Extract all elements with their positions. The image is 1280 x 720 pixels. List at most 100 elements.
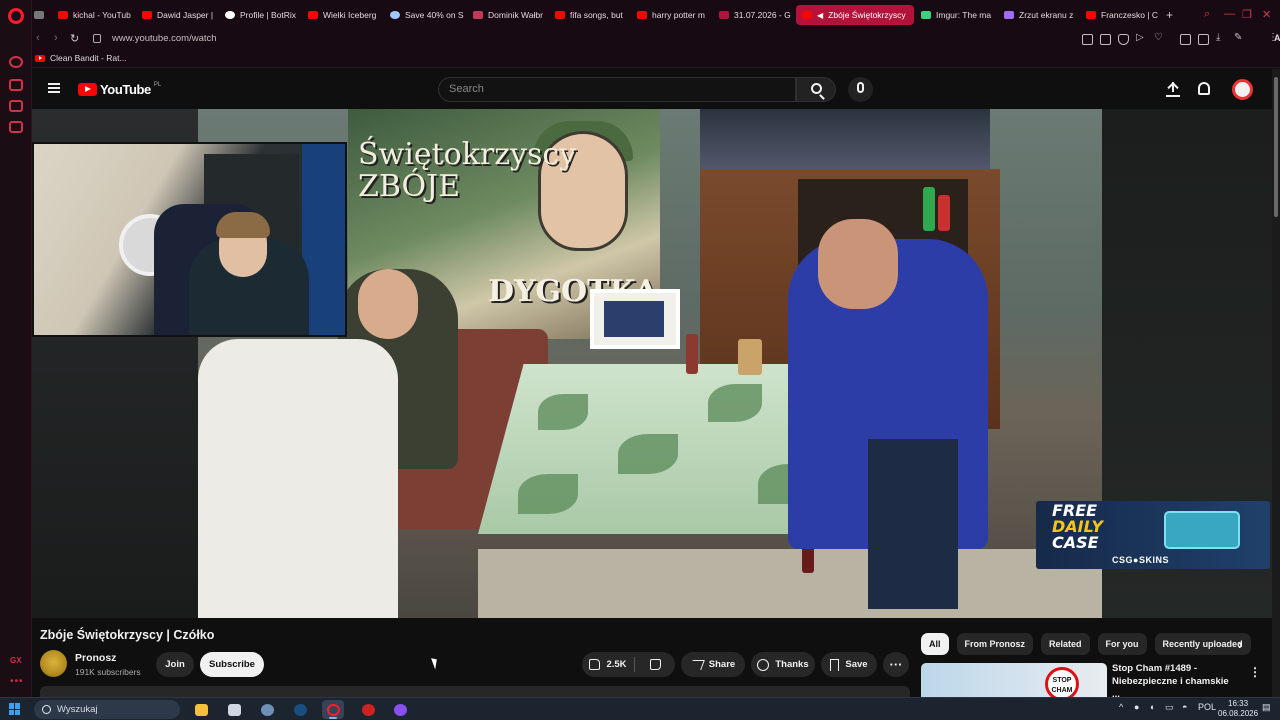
more-icon[interactable]: ••• [10,676,24,687]
kebab-menu-icon[interactable]: ⋮ [1249,665,1261,679]
video-player[interactable]: Świętokrzyscy ZBÓJE DYGOTKA FREE DAILY C… [32,109,1280,618]
recommended-thumbnail[interactable]: STOP CHAM [921,663,1107,697]
settings-icon[interactable] [256,700,278,719]
messenger-icon[interactable] [9,100,23,112]
maximize-icon[interactable]: ❐ [1242,8,1252,21]
search-input[interactable] [449,83,779,95]
subscribe-button[interactable]: Subscribe [200,652,264,677]
steam-icon[interactable] [289,700,311,719]
mouse-cursor [431,656,440,670]
browser-tab[interactable]: Wielki Iceberg [308,5,384,25]
browser-tab[interactable]: harry potter m [637,5,713,25]
browser-tab[interactable]: kichal - YouTub [58,5,134,25]
youtube-logo[interactable]: YouTube PL [78,82,161,97]
tab-search-icon[interactable]: ⌕ [1204,8,1210,21]
notifications-bell-icon[interactable] [1198,82,1210,95]
more-actions-button[interactable]: ··· [883,652,909,677]
channel-name[interactable]: Pronosz [75,652,116,664]
like-button[interactable]: 2.5K [582,652,634,677]
language-indicator[interactable]: POL [1198,702,1216,712]
voice-search-button[interactable] [848,77,873,102]
chip-recently-uploaded[interactable]: Recently uploaded [1154,633,1251,655]
shield-icon[interactable] [1118,34,1129,45]
audio-icon[interactable]: ◀ [817,11,823,20]
thanks-button[interactable]: Thanks [751,652,815,677]
tab-menu-icon[interactable] [34,5,48,25]
chip-from-channel[interactable]: From Pronosz [956,633,1034,655]
clock[interactable]: 16:33 06.08.2026 [1218,699,1258,719]
channel-avatar[interactable] [40,650,67,677]
recommended-title[interactable]: Stop Cham #1489 - Niebezpieczne i chamsk… [1112,662,1237,701]
browser-tab[interactable]: Zrzut ekranu z [1004,5,1080,25]
extensions-icon[interactable] [1180,34,1191,45]
minimize-icon[interactable]: — [1224,8,1235,20]
app-icon[interactable] [357,700,379,719]
share-button[interactable]: Share [681,652,745,677]
address-bar: ‹ › ↻ www.youtube.com/watch ▷ ♡ ⤓ ✎ AI ⋮ [32,30,1280,50]
browser-tab[interactable]: 31.07.2026 - G [719,5,795,25]
volume-icon[interactable]: ◖ [1149,702,1154,712]
browser-tab[interactable]: Dawid Jasper | [142,5,218,25]
snapshot-icon[interactable] [1100,34,1111,45]
browser-tab[interactable]: Franczesko | C [1086,5,1162,25]
browser-tab[interactable]: Save 40% on S [390,5,466,25]
reload-icon[interactable]: ↻ [70,32,79,45]
play-icon[interactable]: ▷ [1136,32,1147,43]
like-divider [634,657,635,672]
back-icon[interactable]: ‹ [36,32,40,44]
bookmark-icon[interactable] [1082,34,1093,45]
opera-logo-icon[interactable] [8,8,24,24]
bag-icon[interactable] [9,79,23,91]
youtube-wordmark: YouTube [100,82,151,97]
join-label: Join [165,659,185,670]
microphone-tray-icon[interactable]: ● [1134,702,1139,712]
chip-all[interactable]: All [921,633,949,655]
close-icon[interactable]: ✕ [1262,8,1271,21]
account-avatar[interactable] [1232,79,1253,100]
history-icon[interactable] [9,56,23,68]
windows-start-icon[interactable] [9,703,21,715]
browser-tab[interactable]: Dominik Wałbr [473,5,549,25]
browser-tab-active[interactable]: ◀ Zbóje Świętokrzyscy [796,5,914,25]
network-icon[interactable]: ◓ [1182,702,1187,712]
player-icon[interactable] [9,121,23,133]
gx-icon[interactable]: GX [10,656,22,665]
menu-icon[interactable] [48,83,60,93]
easy-setup-icon[interactable]: ✎ [1234,32,1245,43]
description-box[interactable] [40,686,910,697]
menu-dots-icon[interactable]: ⋮ [1268,32,1279,43]
download-icon[interactable]: ⤓ [1216,32,1227,43]
tray-chevron-icon[interactable]: ^ [1119,702,1123,712]
scrollbar-thumb[interactable] [1274,77,1278,217]
file-explorer-icon[interactable] [190,700,212,719]
browser-tab[interactable]: Imgur: The ma [921,5,997,25]
app-icon[interactable] [389,700,411,719]
app-icon[interactable] [223,700,245,719]
notification-icon[interactable]: ▤ [1262,702,1271,713]
chip-related[interactable]: Related [1041,633,1090,655]
lock-icon[interactable] [93,34,101,43]
tab-label: Save 40% on S [405,10,464,20]
browser-tab[interactable]: fifa songs, but [555,5,631,25]
bookmark-item[interactable]: Clean Bandit - Rat... [35,53,127,63]
youtube-header: YouTube PL [32,69,1280,109]
browser-tab[interactable]: Profile | BotRix [225,5,301,25]
opera-gx-icon[interactable] [322,700,344,719]
join-button[interactable]: Join [156,652,194,677]
url-field[interactable]: www.youtube.com/watch [112,33,217,44]
new-tab-plus-icon[interactable]: + [1166,8,1173,22]
display-icon[interactable]: ▭ [1165,702,1174,713]
tab-label: Zbóje Świętokrzyscy [828,10,906,20]
taskbar-search[interactable]: Wyszukaj [34,700,180,719]
page-scrollbar[interactable] [1272,69,1280,697]
save-button[interactable]: Save [821,652,877,677]
dislike-button[interactable] [636,652,674,677]
heart-icon[interactable]: ♡ [1154,32,1165,43]
search-button[interactable] [796,77,836,102]
forward-icon[interactable]: › [54,32,58,44]
wallet-icon[interactable] [1198,34,1209,45]
csgo-skins-ad[interactable]: FREE DAILY CASE CSG●SKINS [1036,501,1270,569]
chevron-right-icon[interactable]: › [1238,636,1243,652]
photo-frame [590,289,680,349]
chip-for-you[interactable]: For you [1097,633,1147,655]
